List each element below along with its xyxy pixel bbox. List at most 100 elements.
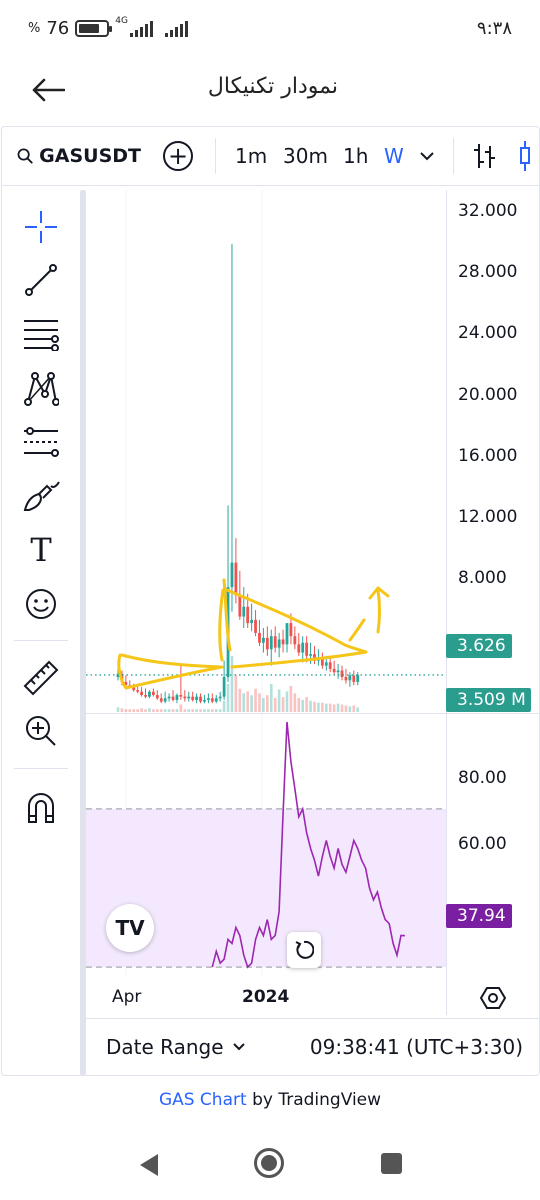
volume-bar xyxy=(348,706,352,712)
interval-1m[interactable]: 1m xyxy=(235,126,267,186)
ruler-icon xyxy=(23,660,59,696)
ruler-tool[interactable] xyxy=(14,655,68,701)
candle-body xyxy=(301,642,305,653)
volume-bar xyxy=(163,709,167,712)
tradingview-logo[interactable]: TV xyxy=(106,904,154,952)
chart-settings-button[interactable] xyxy=(479,985,507,1011)
add-symbol-button[interactable]: + xyxy=(163,126,193,186)
candle-body xyxy=(151,691,155,696)
volume-bar xyxy=(352,705,356,712)
candle-body xyxy=(285,623,289,645)
volume-bar xyxy=(332,704,336,712)
chart-area[interactable] xyxy=(86,190,539,1020)
time-tick-apr: Apr xyxy=(112,987,142,1007)
interval-30m[interactable]: 30m xyxy=(283,126,328,186)
candle-body xyxy=(187,696,191,699)
volume-bar xyxy=(152,709,155,712)
text-tool[interactable]: T xyxy=(14,527,68,573)
bar-type-button[interactable] xyxy=(471,126,497,186)
prediction-tool[interactable] xyxy=(14,419,68,465)
pane-divider[interactable] xyxy=(86,713,539,714)
nav-home-button[interactable] xyxy=(254,1148,284,1178)
candle-body xyxy=(269,636,273,650)
trendline-icon xyxy=(25,264,57,296)
status-bar: % 76 4G ۹:۳۸ xyxy=(0,0,540,60)
date-range-button[interactable]: Date Range xyxy=(106,1035,246,1059)
price-axis-border xyxy=(446,190,447,1015)
zoom-tool[interactable] xyxy=(14,708,68,754)
candle-body xyxy=(218,696,222,699)
network-type: 4G xyxy=(115,15,128,26)
crosshair-tool[interactable] xyxy=(14,204,68,250)
volume-bar xyxy=(313,701,316,712)
credit-text: by TradingView xyxy=(252,1090,382,1110)
candle-body xyxy=(214,698,218,702)
candle-body xyxy=(171,696,175,700)
back-button[interactable] xyxy=(26,72,70,108)
annotation-tick xyxy=(348,618,366,642)
search-icon xyxy=(17,148,33,164)
magnet-tool[interactable] xyxy=(14,784,68,830)
candle-body xyxy=(328,662,332,669)
indicator-value-label: 37.94 xyxy=(446,904,512,928)
candle-body xyxy=(289,623,293,637)
indicator-tick: 80.00 xyxy=(458,768,507,788)
emoji-tool[interactable] xyxy=(14,581,68,627)
nav-recents-button[interactable] xyxy=(381,1153,402,1174)
trendline-tool[interactable] xyxy=(14,257,68,303)
candle-body xyxy=(136,690,140,692)
candles-icon xyxy=(520,141,530,171)
candle-body xyxy=(281,639,285,645)
status-time: ۹:۳۸ xyxy=(476,18,512,39)
toolbar-divider-2 xyxy=(453,138,454,174)
symbol-search[interactable]: GASUSDT xyxy=(17,126,141,186)
volume-bar xyxy=(289,685,293,712)
volume-bar xyxy=(156,709,159,712)
brush-tool[interactable] xyxy=(14,473,68,519)
add-circle-icon: + xyxy=(163,141,193,171)
price-tick: 24.000 xyxy=(458,323,518,343)
interval-dropdown[interactable] xyxy=(419,126,435,186)
interval-1h[interactable]: 1h xyxy=(343,126,368,186)
symbol-chart-link[interactable]: GAS Chart xyxy=(159,1090,247,1110)
candle-body xyxy=(210,698,214,702)
interval-w[interactable]: W xyxy=(384,126,404,186)
candle-body xyxy=(309,654,312,656)
volume-bar xyxy=(136,709,139,712)
symbol-label: GASUSDT xyxy=(39,145,141,167)
candle-body xyxy=(332,668,336,673)
reset-chart-button[interactable] xyxy=(287,932,321,968)
chart-clock[interactable]: 09:38:41 (UTC+3:30) xyxy=(310,1035,523,1059)
volume-bar xyxy=(262,698,265,712)
toolbar-divider xyxy=(215,138,216,174)
volume-bar xyxy=(344,705,348,712)
candle-body xyxy=(140,691,143,696)
pattern-tool[interactable] xyxy=(14,365,68,411)
time-tick-2024: 2024 xyxy=(242,987,290,1007)
candle-body xyxy=(148,691,151,697)
fib-tool[interactable] xyxy=(14,311,68,357)
candle-body xyxy=(305,642,309,656)
price-tick: 12.000 xyxy=(458,507,518,527)
candle-body xyxy=(167,696,171,699)
volume-bar xyxy=(309,700,312,712)
last-price-label: 3.626 xyxy=(446,634,512,658)
text-icon: T xyxy=(30,531,52,569)
volume-bar xyxy=(281,697,285,712)
volume-bar xyxy=(269,684,273,712)
nav-back-button[interactable] xyxy=(138,1152,160,1182)
candles-button[interactable] xyxy=(517,126,540,186)
indicator-tick: 60.00 xyxy=(458,834,507,854)
volume-bar xyxy=(187,709,191,712)
candle-body xyxy=(203,699,206,702)
nav-home-icon xyxy=(261,1155,277,1171)
emoji-icon xyxy=(26,589,56,619)
candle-body xyxy=(159,698,163,702)
volume-bar xyxy=(183,709,187,712)
candle-body xyxy=(258,632,261,643)
volume-bar xyxy=(246,691,249,712)
volume-bar xyxy=(285,691,289,712)
tool-divider-2 xyxy=(14,768,68,769)
chart-bottom-bar: Date Range 09:38:41 (UTC+3:30) xyxy=(86,1018,539,1076)
status-left: % 76 4G xyxy=(28,15,188,39)
